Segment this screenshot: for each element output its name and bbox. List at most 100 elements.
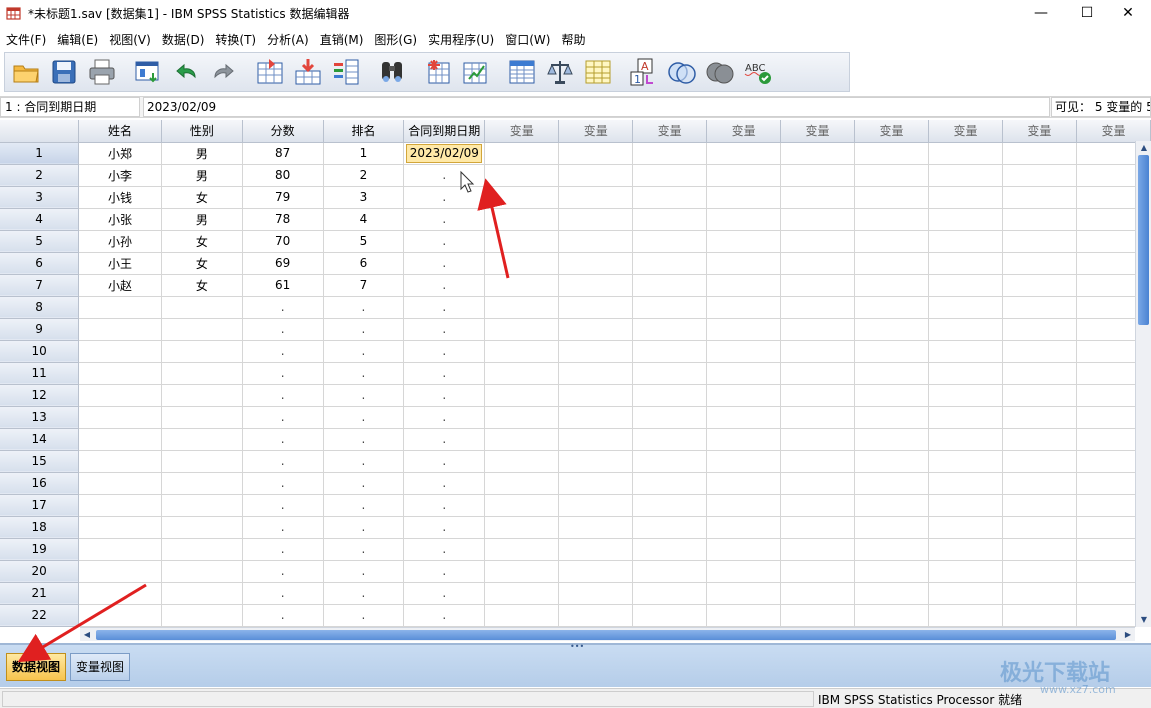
data-cell[interactable] — [78, 406, 162, 429]
empty-cell[interactable] — [928, 384, 1003, 407]
empty-cell[interactable] — [1002, 450, 1077, 473]
data-cell[interactable]: 女 — [161, 252, 243, 275]
data-cell[interactable] — [78, 340, 162, 363]
empty-cell[interactable] — [632, 164, 708, 187]
empty-cell[interactable] — [632, 362, 708, 385]
data-cell[interactable]: . — [403, 296, 486, 319]
row-number[interactable]: 1 — [0, 142, 80, 165]
data-cell[interactable]: . — [242, 384, 324, 407]
menu-direct-marketing[interactable]: 直销(M) — [314, 31, 369, 48]
menu-window[interactable]: 窗口(W) — [499, 31, 555, 48]
empty-cell[interactable] — [632, 472, 708, 495]
empty-cell[interactable] — [706, 472, 782, 495]
empty-cell[interactable] — [1002, 428, 1077, 451]
empty-cell[interactable] — [706, 164, 782, 187]
data-cell[interactable] — [78, 362, 162, 385]
empty-cell[interactable] — [780, 560, 856, 583]
empty-cell[interactable] — [1002, 296, 1077, 319]
empty-cell[interactable] — [558, 450, 634, 473]
splitter-handle-icon[interactable]: ••• — [570, 642, 584, 651]
data-cell[interactable]: . — [323, 516, 405, 539]
empty-cell[interactable] — [1002, 560, 1077, 583]
data-cell[interactable]: . — [242, 406, 324, 429]
menu-edit[interactable]: 编辑(E) — [51, 31, 103, 48]
scroll-left-icon[interactable]: ◀ — [80, 628, 94, 642]
empty-cell[interactable] — [928, 208, 1003, 231]
empty-cell[interactable] — [632, 450, 708, 473]
menu-view[interactable]: 视图(V) — [103, 31, 156, 48]
empty-cell[interactable] — [632, 142, 708, 165]
empty-cell[interactable] — [706, 274, 782, 297]
empty-cell[interactable] — [632, 494, 708, 517]
empty-cell[interactable] — [484, 296, 560, 319]
data-cell[interactable]: 女 — [161, 230, 243, 253]
empty-cell[interactable] — [558, 604, 634, 627]
column-header[interactable]: 排名 — [323, 120, 405, 143]
empty-cell[interactable] — [780, 604, 856, 627]
empty-cell[interactable] — [780, 142, 856, 165]
data-cell[interactable]: . — [323, 384, 405, 407]
empty-cell[interactable] — [854, 384, 929, 407]
empty-cell[interactable] — [558, 362, 634, 385]
empty-cell[interactable] — [706, 494, 782, 517]
empty-cell[interactable] — [632, 406, 708, 429]
row-number[interactable]: 17 — [0, 494, 80, 517]
empty-cell[interactable] — [928, 142, 1003, 165]
empty-variable-header[interactable]: 变量 — [558, 120, 634, 143]
empty-cell[interactable] — [928, 274, 1003, 297]
empty-cell[interactable] — [484, 560, 560, 583]
empty-cell[interactable] — [854, 274, 929, 297]
empty-cell[interactable] — [1002, 164, 1077, 187]
tab-variable-view[interactable]: 变量视图 — [70, 653, 131, 681]
weight-cases-button[interactable] — [543, 55, 577, 89]
empty-cell[interactable] — [484, 384, 560, 407]
empty-cell[interactable] — [928, 340, 1003, 363]
insert-cases-button[interactable] — [421, 55, 455, 89]
row-number[interactable]: 4 — [0, 208, 80, 231]
empty-cell[interactable] — [558, 186, 634, 209]
data-cell[interactable]: 5 — [323, 230, 405, 253]
empty-cell[interactable] — [854, 494, 929, 517]
vertical-scrollbar[interactable]: ▲ ▼ — [1135, 141, 1151, 627]
empty-cell[interactable] — [706, 340, 782, 363]
cell-value-field[interactable]: 2023/02/09 — [143, 97, 1050, 117]
data-cell[interactable]: . — [403, 516, 486, 539]
empty-cell[interactable] — [854, 230, 929, 253]
data-cell[interactable]: 80 — [242, 164, 324, 187]
row-number[interactable]: 16 — [0, 472, 80, 495]
data-cell[interactable]: 7 — [323, 274, 405, 297]
data-cell[interactable]: . — [323, 406, 405, 429]
data-cell[interactable]: 2023/02/09 — [403, 142, 486, 165]
data-cell[interactable] — [78, 296, 162, 319]
empty-cell[interactable] — [854, 296, 929, 319]
empty-cell[interactable] — [632, 516, 708, 539]
empty-cell[interactable] — [928, 516, 1003, 539]
data-cell[interactable] — [78, 538, 162, 561]
redo-button[interactable] — [207, 55, 241, 89]
data-cell[interactable] — [78, 494, 162, 517]
data-cell[interactable] — [161, 450, 243, 473]
show-all-variables-button[interactable] — [703, 55, 737, 89]
empty-cell[interactable] — [780, 164, 856, 187]
data-cell[interactable]: . — [323, 582, 405, 605]
data-cell[interactable]: 79 — [242, 186, 324, 209]
row-number[interactable]: 13 — [0, 406, 80, 429]
column-header[interactable]: 性别 — [161, 120, 243, 143]
row-number[interactable]: 18 — [0, 516, 80, 539]
empty-cell[interactable] — [1002, 538, 1077, 561]
empty-cell[interactable] — [1002, 208, 1077, 231]
empty-cell[interactable] — [1002, 230, 1077, 253]
empty-cell[interactable] — [706, 318, 782, 341]
empty-cell[interactable] — [928, 362, 1003, 385]
minimize-button[interactable]: — — [1018, 0, 1064, 26]
empty-cell[interactable] — [780, 340, 856, 363]
row-number[interactable]: 3 — [0, 186, 80, 209]
empty-cell[interactable] — [854, 340, 929, 363]
goto-case-button[interactable] — [253, 55, 287, 89]
column-header[interactable]: 合同到期日期 — [403, 120, 486, 143]
row-number[interactable]: 6 — [0, 252, 80, 275]
empty-cell[interactable] — [706, 406, 782, 429]
menu-file[interactable]: 文件(F) — [0, 31, 51, 48]
empty-cell[interactable] — [558, 318, 634, 341]
empty-cell[interactable] — [484, 516, 560, 539]
